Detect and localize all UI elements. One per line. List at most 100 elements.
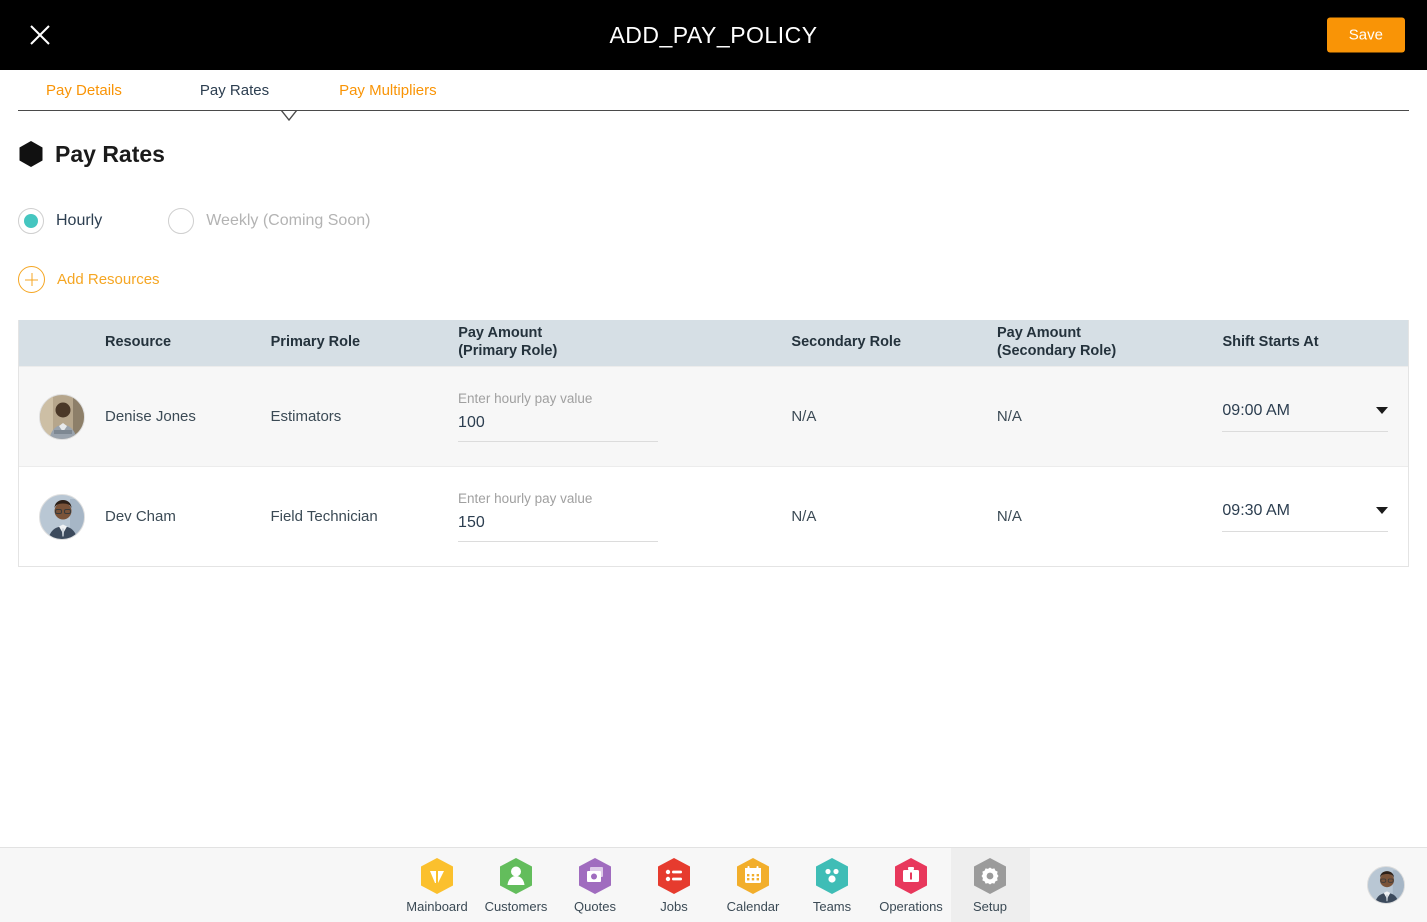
nav-item-quotes[interactable]: Quotes [556, 848, 635, 922]
pay-rates-table: Resource Primary Role Pay Amount (Primar… [18, 320, 1409, 567]
chevron-down-icon[interactable] [1376, 507, 1389, 514]
nav-label-operations: Operations [879, 898, 943, 914]
column-header-pay-secondary-line2: (Secondary Role) [996, 343, 1117, 359]
modal-header: ADD_PAY_POLICY Save [0, 0, 1427, 70]
radio-selected-dot [24, 214, 38, 228]
pay-primary-field[interactable]: Enter hourly pay value 150 [458, 491, 659, 542]
page-title: ADD_PAY_POLICY [609, 21, 818, 48]
table-row: Denise Jones Estimators Enter hourly pay… [19, 366, 1408, 466]
table-header-row: Resource Primary Role Pay Amount (Primar… [19, 320, 1408, 366]
cell-pay-primary: Enter hourly pay value 150 [458, 491, 791, 542]
avatar [39, 393, 85, 440]
pay-primary-input[interactable]: 150 [458, 514, 659, 542]
column-header-pay-secondary-line1: Pay Amount [996, 325, 1082, 342]
pay-secondary-value: N/A [996, 507, 1022, 525]
nav-label-mainboard: Mainboard [406, 898, 468, 914]
calendar-icon [737, 857, 769, 894]
cell-primary-role: Field Technician [270, 508, 458, 526]
hexagon-icon [19, 141, 43, 167]
column-header-pay-secondary: Pay Amount (Secondary Role) [997, 325, 1222, 360]
radio-weekly-label: Weekly (Coming Soon) [206, 212, 371, 229]
user-avatar[interactable] [1367, 866, 1405, 904]
radio-hourly-label: Hourly [56, 212, 103, 229]
nav-item-teams[interactable]: Teams [793, 848, 872, 922]
chevron-down-icon[interactable] [1376, 407, 1389, 414]
cell-secondary-role: N/A [791, 408, 997, 426]
radio-hourly-control[interactable] [18, 208, 44, 234]
column-header-primary-role: Primary Role [270, 334, 361, 351]
nav-label-jobs: Jobs [660, 898, 688, 914]
cell-secondary-role: N/A [791, 508, 997, 526]
shift-start-value: 09:30 AM [1222, 501, 1291, 519]
plus-circle-icon [18, 266, 45, 293]
jobs-icon [658, 857, 690, 894]
pay-type-radio-group: Hourly Weekly (Coming Soon) [18, 208, 1409, 234]
avatar-wrap [19, 393, 105, 440]
nav-label-quotes: Quotes [574, 898, 616, 914]
nav-item-jobs[interactable]: Jobs [635, 848, 714, 922]
pay-policy-modal: ADD_PAY_POLICY Save Pay Details Pay Rate… [0, 0, 1427, 922]
pay-primary-field[interactable]: Enter hourly pay value 100 [458, 391, 659, 442]
tab-pay-multipliers[interactable]: Pay Multipliers [339, 82, 437, 99]
cell-primary-role: Estimators [270, 408, 458, 426]
add-resources-button[interactable]: Add Resources [18, 266, 160, 293]
tab-bar: Pay Details Pay Rates Pay Multipliers [0, 70, 1427, 122]
secondary-role-value: N/A [791, 507, 817, 525]
cell-pay-primary: Enter hourly pay value 100 [458, 391, 791, 442]
nav-item-calendar[interactable]: Calendar [714, 848, 793, 922]
customers-icon [500, 857, 532, 894]
shift-start-dropdown[interactable]: 09:30 AM [1222, 501, 1389, 532]
pay-primary-input[interactable]: 100 [458, 414, 659, 442]
save-button[interactable]: Save [1326, 17, 1405, 53]
radio-weekly-control [168, 208, 195, 234]
nav-label-calendar: Calendar [726, 898, 780, 914]
quotes-icon [579, 857, 611, 894]
cell-shift-starts-at: 09:00 AM [1222, 402, 1408, 432]
nav-label-setup: Setup [973, 898, 1007, 914]
nav-item-setup[interactable]: Setup [950, 848, 1030, 922]
cell-resource: Dev Cham [19, 493, 270, 540]
column-header-shift-starts-at: Shift Starts At [1222, 334, 1319, 351]
radio-weekly: Weekly (Coming Soon) [168, 208, 370, 234]
add-resources-label: Add Resources [57, 271, 160, 288]
column-header-pay-primary-line1: Pay Amount [458, 325, 543, 342]
nav-label-teams: Teams [812, 898, 852, 914]
avatar [39, 493, 85, 540]
resource-name: Dev Cham [105, 508, 176, 525]
gear-icon [974, 857, 1006, 894]
pay-primary-placeholder: Enter hourly pay value [458, 391, 593, 406]
tab-pay-rates[interactable]: Pay Rates [200, 82, 269, 99]
nav-item-customers[interactable]: Customers [477, 848, 556, 922]
primary-role-value: Estimators [270, 407, 342, 425]
cell-resource: Denise Jones [19, 393, 270, 440]
pay-primary-placeholder: Enter hourly pay value [458, 491, 593, 506]
section-header: Pay Rates [18, 140, 1409, 168]
mainboard-icon [421, 857, 453, 894]
shift-start-value: 09:00 AM [1222, 401, 1291, 419]
nav-item-operations[interactable]: Operations [872, 848, 951, 922]
cell-pay-secondary: N/A [997, 508, 1223, 526]
section-title: Pay Rates [55, 140, 165, 167]
radio-hourly[interactable]: Hourly [18, 208, 102, 234]
operations-icon [895, 857, 927, 894]
tab-pay-details[interactable]: Pay Details [46, 82, 122, 99]
teams-icon [816, 857, 848, 894]
pay-secondary-value: N/A [996, 407, 1022, 425]
bottom-navigation: Mainboard Customers Quotes Jobs Calendar… [0, 847, 1427, 922]
cell-shift-starts-at: 09:30 AM [1222, 502, 1408, 532]
avatar-wrap [19, 493, 105, 540]
table-row: Dev Cham Field Technician Enter hourly p… [19, 466, 1408, 566]
close-icon[interactable] [22, 17, 58, 53]
column-header-secondary-role: Secondary Role [791, 334, 902, 351]
column-header-pay-primary-line2: (Primary Role) [458, 343, 558, 359]
secondary-role-value: N/A [791, 407, 817, 425]
resource-name: Denise Jones [105, 408, 196, 425]
column-header-pay-primary: Pay Amount (Primary Role) [458, 325, 791, 360]
nav-label-customers: Customers [484, 898, 548, 914]
tab-divider [18, 110, 1409, 111]
cell-pay-secondary: N/A [997, 408, 1223, 426]
nav-item-mainboard[interactable]: Mainboard [398, 848, 477, 922]
shift-start-dropdown[interactable]: 09:00 AM [1222, 401, 1389, 432]
column-header-resource: Resource [105, 334, 172, 351]
pay-rates-panel: Pay Rates Hourly Weekly (Coming Soon) Ad… [0, 116, 1427, 847]
